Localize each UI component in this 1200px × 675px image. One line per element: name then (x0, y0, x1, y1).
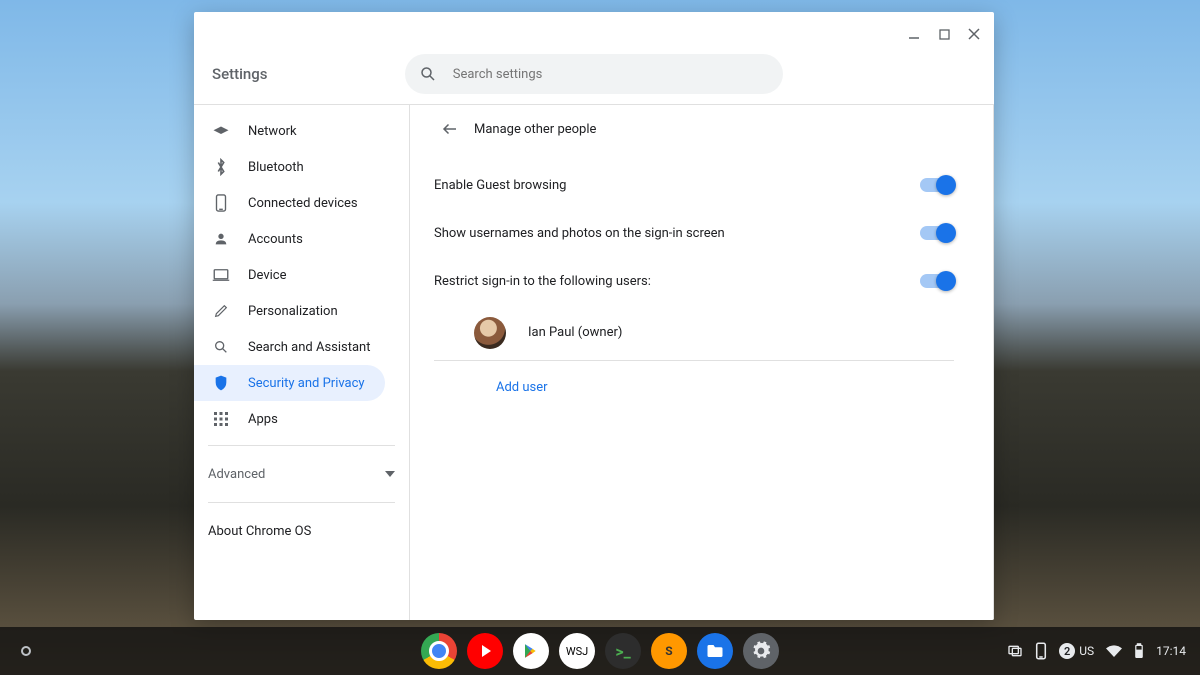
sidebar-item-about[interactable]: About Chrome OS (194, 511, 409, 551)
launcher-button[interactable] (8, 633, 44, 669)
window-titlebar (194, 12, 994, 56)
app-play-store[interactable] (513, 633, 549, 669)
search-input[interactable] (453, 67, 769, 82)
system-tray[interactable]: 2 US 17:14 (1007, 642, 1200, 660)
avatar (474, 317, 506, 349)
launcher-icon (21, 646, 31, 656)
page-app-title: Settings (212, 65, 268, 83)
settings-body: Network Bluetooth Connected devices Acco… (194, 104, 994, 620)
ime-label: US (1079, 644, 1094, 658)
sidebar-item-security-privacy[interactable]: Security and Privacy (194, 365, 385, 401)
advanced-label: Advanced (208, 467, 265, 482)
tray-wifi-icon[interactable] (1106, 645, 1122, 657)
sidebar-item-apps[interactable]: Apps (194, 401, 385, 437)
sidebar: Network Bluetooth Connected devices Acco… (194, 105, 410, 620)
wsj-label: WSJ (566, 645, 588, 658)
app-files[interactable] (697, 633, 733, 669)
back-button[interactable] (434, 113, 466, 145)
add-user-button[interactable]: Add user (434, 361, 954, 413)
sidebar-item-device[interactable]: Device (194, 257, 385, 293)
tray-notification-badge[interactable]: 2 US (1059, 643, 1094, 659)
minimize-button[interactable] (900, 20, 928, 48)
sidebar-item-label: Connected devices (248, 196, 358, 211)
setting-label: Show usernames and photos on the sign-in… (434, 226, 725, 241)
add-user-label: Add user (496, 380, 548, 395)
app-chrome[interactable] (421, 633, 457, 669)
search-field[interactable] (405, 54, 783, 94)
content-pane: Manage other people Enable Guest browsin… (410, 105, 994, 620)
sidebar-item-network[interactable]: Network (194, 113, 385, 149)
tray-clock[interactable]: 17:14 (1156, 644, 1186, 658)
sidebar-item-label: Network (248, 124, 297, 139)
tray-overview-icon[interactable] (1007, 643, 1023, 659)
sidebar-item-label: Bluetooth (248, 160, 304, 175)
folder-icon (706, 643, 724, 659)
settings-window: Settings Network Bluetooth Connected dev… (194, 12, 994, 620)
tray-phone-icon[interactable] (1035, 642, 1047, 660)
content-right-divider (993, 105, 994, 620)
app-sublime[interactable]: S (651, 633, 687, 669)
toggle-guest-browsing[interactable] (920, 178, 954, 192)
setting-row-show-usernames: Show usernames and photos on the sign-in… (434, 209, 954, 257)
settings-header: Settings (194, 56, 994, 104)
user-name-label: Ian Paul (owner) (528, 325, 622, 340)
tray-battery-icon[interactable] (1134, 643, 1144, 659)
person-icon (212, 230, 230, 248)
phone-icon (212, 194, 230, 212)
sidebar-item-search-assistant[interactable]: Search and Assistant (194, 329, 385, 365)
sidebar-item-label: Device (248, 268, 287, 283)
toggle-restrict-signin[interactable] (920, 274, 954, 288)
app-youtube[interactable] (467, 633, 503, 669)
sidebar-item-label: Security and Privacy (248, 376, 365, 391)
shelf-apps: WSJ >_ S (421, 633, 779, 669)
sidebar-divider (208, 445, 395, 446)
close-button[interactable] (960, 20, 988, 48)
sidebar-divider (208, 502, 395, 503)
sidebar-item-accounts[interactable]: Accounts (194, 221, 385, 257)
shield-icon (212, 374, 230, 392)
pencil-icon (212, 302, 230, 320)
sidebar-item-personalization[interactable]: Personalization (194, 293, 385, 329)
shelf: WSJ >_ S 2 US 17:14 (0, 627, 1200, 675)
magnifier-icon (212, 338, 230, 356)
setting-row-guest-browsing: Enable Guest browsing (434, 161, 954, 209)
toggle-show-usernames[interactable] (920, 226, 954, 240)
app-settings[interactable] (743, 633, 779, 669)
app-terminal[interactable]: >_ (605, 633, 641, 669)
page-title: Manage other people (474, 122, 596, 137)
sidebar-item-bluetooth[interactable]: Bluetooth (194, 149, 385, 185)
setting-label: Restrict sign-in to the following users: (434, 274, 651, 289)
chevron-down-icon (385, 471, 395, 477)
setting-row-restrict-signin: Restrict sign-in to the following users: (434, 257, 954, 305)
about-label: About Chrome OS (208, 524, 311, 539)
gear-icon (751, 641, 771, 661)
sidebar-item-advanced[interactable]: Advanced (194, 454, 409, 494)
notif-count: 2 (1059, 643, 1075, 659)
user-row: Ian Paul (owner) (434, 305, 954, 361)
sidebar-item-connected-devices[interactable]: Connected devices (194, 185, 385, 221)
sidebar-item-label: Accounts (248, 232, 303, 247)
sidebar-item-label: Personalization (248, 304, 338, 319)
subpage-header: Manage other people (434, 105, 954, 153)
maximize-button[interactable] (930, 20, 958, 48)
setting-label: Enable Guest browsing (434, 178, 566, 193)
sidebar-item-label: Search and Assistant (248, 340, 371, 355)
search-icon (419, 65, 437, 83)
terminal-icon: >_ (615, 642, 630, 661)
sidebar-item-label: Apps (248, 412, 278, 427)
app-wsj[interactable]: WSJ (559, 633, 595, 669)
laptop-icon (212, 266, 230, 284)
apps-grid-icon (212, 410, 230, 428)
wifi-icon (212, 122, 230, 140)
sublime-icon: S (665, 644, 672, 658)
bluetooth-icon (212, 158, 230, 176)
